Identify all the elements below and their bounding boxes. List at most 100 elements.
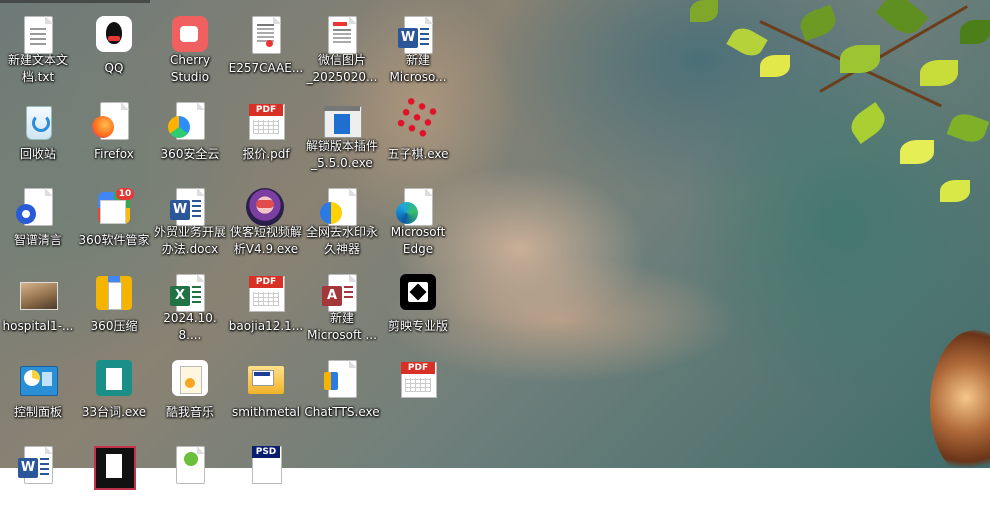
capcut-icon	[398, 274, 438, 314]
desktop-icon-label: ChatTTS.exe	[304, 405, 380, 419]
desktop-icon[interactable]: 360压缩	[76, 258, 152, 344]
desktop-icon[interactable]: 33台词.exe	[76, 344, 152, 430]
desktop-icon[interactable]: Microsoft Edge	[380, 172, 456, 258]
desktop-icon-label: 剪映专业版	[387, 319, 448, 333]
zhipu-icon	[16, 188, 58, 228]
leaf	[796, 4, 840, 42]
leaf	[946, 109, 990, 147]
desktop-icon[interactable]	[152, 430, 228, 516]
desktop-icon[interactable]: 微信图片 _2025020...	[304, 0, 380, 86]
desktop-icon[interactable]: QQ	[76, 0, 152, 86]
folder-shortcut-icon	[246, 360, 286, 400]
desktop-icon-label: 侠客短视频解 析V4.9.exe	[229, 225, 302, 256]
desktop-icon[interactable]: 新建文本文 档.txt	[0, 0, 76, 86]
desktop-icon[interactable]: A 新建 Microsoft ...	[304, 258, 380, 344]
leaf	[726, 23, 768, 61]
desktop-icon-label: 360压缩	[90, 319, 138, 333]
leaf	[920, 60, 958, 86]
desktop-icon[interactable]: 控制面板	[0, 344, 76, 430]
watermark-remover-icon	[320, 188, 362, 226]
desktop-icon-label: 360软件管家	[78, 233, 150, 247]
desktop-icon[interactable]: Cherry Studio	[152, 0, 228, 86]
desktop-icon[interactable]: PDF	[380, 344, 456, 430]
fern-bloom	[930, 330, 990, 468]
desktop-icon-label: 回收站	[19, 147, 56, 161]
desktop-icon[interactable]: PDF 报价.pdf	[228, 86, 304, 172]
desktop-icon-label: 360安全云	[160, 147, 220, 161]
qq-icon	[94, 16, 134, 56]
desktop-icon[interactable]: 解锁版本插件 _5.5.0.exe	[304, 86, 380, 172]
leaf	[690, 0, 718, 22]
pdf-file-icon: PDF	[246, 102, 286, 142]
desktop-icon-label: Firefox	[94, 147, 134, 161]
desktop-icon-label: QQ	[104, 61, 124, 75]
leaf	[940, 180, 970, 202]
desktop-icon-label: 新建 Microso...	[389, 53, 447, 84]
desktop-icon[interactable]: 酷我音乐	[152, 344, 228, 430]
pdf-file-icon: PDF	[246, 274, 286, 314]
desktop-icon-label: 控制面板	[13, 405, 62, 419]
desktop-icon-label: Microsoft Edge	[390, 225, 446, 256]
desktop-icon[interactable]: 回收站	[0, 86, 76, 172]
desktop-icon-label: 五子棋.exe	[387, 147, 449, 161]
desktop-icon[interactable]: ChatTTS.exe	[304, 344, 380, 430]
leaf	[900, 140, 934, 164]
desktop-icon-label: 2024.10.8....	[163, 311, 217, 342]
desktop-icon[interactable]: 10 360软件管家	[76, 172, 152, 258]
desktop-icon[interactable]: hospital1-...	[0, 258, 76, 344]
desktop-icon[interactable]: 剪映专业版	[380, 258, 456, 344]
desktop-icon[interactable]: W 外贸业务开展 办法.docx	[152, 172, 228, 258]
360-software-manager-icon: 10	[94, 188, 134, 228]
desktop-icon[interactable]: 五子棋.exe	[380, 86, 456, 172]
selected-file-icon	[94, 446, 136, 490]
desktop-icon[interactable]: W 新建 Microso...	[380, 0, 456, 86]
desktop-icon-label: smithmetal	[231, 405, 301, 419]
360-security-cloud-icon	[168, 102, 210, 142]
desktop-icon-label: baojia12.1...	[228, 319, 304, 333]
desktop-icon[interactable]: PDF baojia12.1...	[228, 258, 304, 344]
exe-window-icon	[322, 102, 362, 138]
360-zip-icon	[94, 274, 134, 314]
xiake-video-icon	[246, 188, 286, 226]
desktop-icon[interactable]: X 2024.10.8....	[152, 258, 228, 344]
desktop-icon-label: 新建文本文 档.txt	[7, 53, 68, 84]
access-file-icon: A	[322, 274, 362, 312]
control-panel-icon	[18, 360, 58, 400]
gomoku-icon	[394, 96, 442, 144]
desktop-icon-label: E257CAAE...	[228, 61, 304, 75]
exe-app-icon	[94, 360, 134, 400]
edge-icon	[396, 188, 438, 226]
desktop-icon[interactable]: 全网去水印永 久神器	[304, 172, 380, 258]
desktop-icon[interactable]	[76, 430, 152, 516]
green-shortcut-icon	[170, 446, 210, 486]
desktop-icon-label: 新建 Microsoft ...	[307, 311, 377, 342]
desktop-icon[interactable]: E257CAAE...	[228, 0, 304, 86]
desktop-icon[interactable]: 360安全云	[152, 86, 228, 172]
recycle-bin-icon	[18, 102, 58, 142]
desktop-icon[interactable]: Firefox	[76, 86, 152, 172]
desktop-icon-label: 33台词.exe	[81, 405, 147, 419]
text-file-icon	[18, 16, 58, 54]
excel-file-icon: X	[170, 274, 210, 312]
document-file-icon	[246, 16, 286, 56]
desktop-icon[interactable]: PSD	[228, 430, 304, 516]
desktop-icon[interactable]: W	[0, 430, 76, 516]
firefox-icon	[92, 102, 134, 142]
desktop-icon-label: Cherry Studio	[169, 53, 211, 84]
psd-file-icon: PSD	[246, 446, 286, 486]
chattts-icon	[322, 360, 362, 400]
desktop-icon-label: 智谱清言	[13, 233, 62, 247]
word-doc-icon: W	[398, 16, 438, 54]
desktop-icon-label: 外贸业务开展 办法.docx	[153, 225, 226, 256]
desktop-icon-label: 全网去水印永 久神器	[305, 225, 378, 256]
desktop-icon[interactable]: smithmetal	[228, 344, 304, 430]
desktop-icon[interactable]: 侠客短视频解 析V4.9.exe	[228, 172, 304, 258]
desktop-icon-label: 解锁版本插件 _5.5.0.exe	[305, 139, 378, 170]
desktop-icon-label: hospital1-...	[2, 319, 74, 333]
word-doc-icon: W	[18, 446, 58, 486]
image-file-icon	[322, 16, 362, 54]
desktop-icon[interactable]: 智谱清言	[0, 172, 76, 258]
image-thumbnail-icon	[18, 274, 58, 314]
desktop-icon-label: 微信图片 _2025020...	[306, 53, 378, 84]
desktop-icon-label: 酷我音乐	[165, 405, 214, 419]
